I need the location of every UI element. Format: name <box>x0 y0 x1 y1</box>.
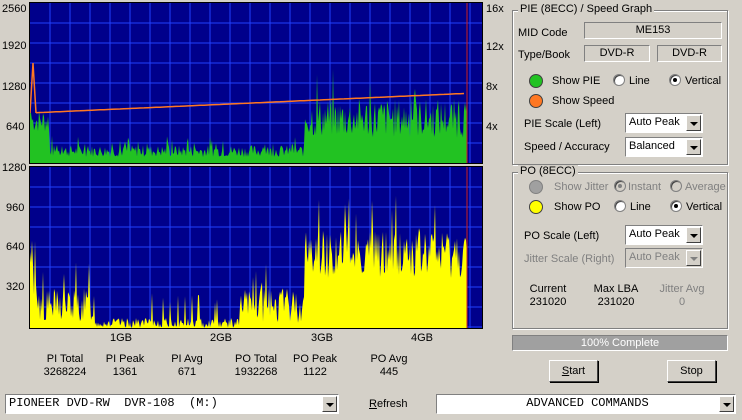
speed-axis-12x: 12x <box>486 41 504 53</box>
po-line-radio[interactable] <box>614 200 626 212</box>
advanced-commands-value: ADVANCED COMMANDS <box>526 396 649 410</box>
jitter-scale-value: Auto Peak <box>629 251 680 263</box>
drive-select[interactable]: PIONEER DVD-RW DVR-108 (M:) <box>5 394 339 414</box>
drive-select-value: PIONEER DVD-RW DVR-108 (M:) <box>9 396 218 410</box>
po-avg-label: PO Avg <box>370 353 408 365</box>
chevron-down-icon[interactable] <box>686 227 701 243</box>
pi-avg-label: PI Avg <box>171 353 203 365</box>
pi-total-value: 3268224 <box>43 366 87 378</box>
progress-bar: 100% Complete <box>512 335 728 351</box>
pie-axis-1280: 1280 <box>2 81 27 93</box>
chevron-down-icon <box>686 250 701 266</box>
jitter-average-radio <box>670 180 682 192</box>
po-color-icon[interactable] <box>529 200 543 214</box>
pi-peak-value: 1361 <box>112 366 138 378</box>
error-trace <box>30 195 467 328</box>
po-vertical-label[interactable]: Vertical <box>686 201 722 213</box>
start-label: Start <box>561 365 586 377</box>
book-type-value: DVD-R <box>657 45 722 62</box>
pie-axis-640: 640 <box>6 121 25 133</box>
speed-accuracy-value: Balanced <box>629 140 675 152</box>
max-lba-value: 231020 <box>597 296 635 308</box>
show-pie-label[interactable]: Show PIE <box>552 75 600 87</box>
pie-line-radio[interactable] <box>613 74 625 86</box>
speed-axis-4x: 4x <box>486 121 498 133</box>
stop-label: Stop <box>680 365 703 377</box>
po-scale-label: PO Scale (Left) <box>524 230 600 242</box>
pie-speed-graph <box>29 2 483 164</box>
speed-axis-8x: 8x <box>486 81 498 93</box>
jitter-color-icon <box>529 180 543 194</box>
po-axis-1280: 1280 <box>2 162 27 174</box>
speed-axis-16x: 16x <box>486 3 504 15</box>
mid-code-label: MID Code <box>518 27 568 39</box>
chevron-down-icon[interactable] <box>719 396 734 412</box>
pie-color-icon[interactable] <box>529 74 543 88</box>
pie-panel-title: PIE (8ECC) / Speed Graph <box>518 3 655 15</box>
disc-type-value: DVD-R <box>584 45 650 62</box>
po-total-value: 1932268 <box>234 366 278 378</box>
x-label-4gb: 4GB <box>411 332 434 344</box>
refresh-link[interactable]: Refresh <box>369 398 408 410</box>
po-vertical-radio[interactable] <box>670 200 682 212</box>
pie-line-label[interactable]: Line <box>629 75 650 87</box>
chevron-down-icon[interactable] <box>322 396 337 412</box>
pie-vertical-radio[interactable] <box>669 74 681 86</box>
po-axis-320: 320 <box>6 281 25 293</box>
mid-code-value: ME153 <box>584 22 722 39</box>
pie-axis-2560: 2560 <box>2 3 27 15</box>
po-avg-value: 445 <box>379 366 399 378</box>
start-button[interactable]: Start <box>549 360 598 382</box>
po-graph <box>29 166 483 329</box>
pie-vertical-label[interactable]: Vertical <box>685 75 721 87</box>
speed-accuracy-label: Speed / Accuracy <box>524 141 610 153</box>
po-total-label: PO Total <box>235 353 277 365</box>
x-label-1gb: 1GB <box>110 332 133 344</box>
speed-accuracy-select[interactable]: Balanced <box>625 137 703 157</box>
pi-peak-label: PI Peak <box>105 353 145 365</box>
po-peak-value: 1122 <box>303 366 327 378</box>
pie-axis-1920: 1920 <box>2 40 27 52</box>
jitter-average-label: Average <box>685 181 726 193</box>
jitter-avg-label: Jitter Avg <box>659 283 705 295</box>
show-po-label[interactable]: Show PO <box>554 201 600 213</box>
po-axis-640: 640 <box>6 241 25 253</box>
pi-avg-value: 671 <box>177 366 197 378</box>
pie-scale-label: PIE Scale (Left) <box>524 118 602 130</box>
type-book-label: Type/Book <box>518 49 570 61</box>
pie-scale-select[interactable]: Auto Peak <box>625 113 703 133</box>
x-label-3gb: 3GB <box>311 332 334 344</box>
show-speed-label[interactable]: Show Speed <box>552 95 614 107</box>
jitter-scale-label: Jitter Scale (Right) <box>524 253 615 265</box>
stop-button[interactable]: Stop <box>667 360 716 382</box>
max-lba-label: Max LBA <box>593 283 639 295</box>
po-scale-select[interactable]: Auto Peak <box>625 225 703 245</box>
jitter-instant-label: Instant <box>628 181 662 193</box>
chevron-down-icon[interactable] <box>686 139 701 155</box>
pie-scale-value: Auto Peak <box>629 116 680 128</box>
chevron-down-icon[interactable] <box>686 115 701 131</box>
show-jitter-label: Show Jitter <box>554 181 609 193</box>
po-panel-title: PO (8ECC) <box>518 165 578 177</box>
po-line-label[interactable]: Line <box>630 201 651 213</box>
advanced-commands-select[interactable]: ADVANCED COMMANDS <box>436 394 736 414</box>
pi-total-label: PI Total <box>46 353 84 365</box>
x-label-2gb: 2GB <box>210 332 233 344</box>
speed-color-icon[interactable] <box>529 94 543 108</box>
po-scale-value: Auto Peak <box>629 228 680 240</box>
current-value: 231020 <box>529 296 567 308</box>
jitter-avg-value: 0 <box>678 296 686 308</box>
jitter-instant-radio <box>614 180 626 192</box>
po-peak-label: PO Peak <box>292 353 338 365</box>
po-axis-960: 960 <box>6 202 25 214</box>
current-label: Current <box>529 283 567 295</box>
jitter-scale-select: Auto Peak <box>625 248 703 268</box>
